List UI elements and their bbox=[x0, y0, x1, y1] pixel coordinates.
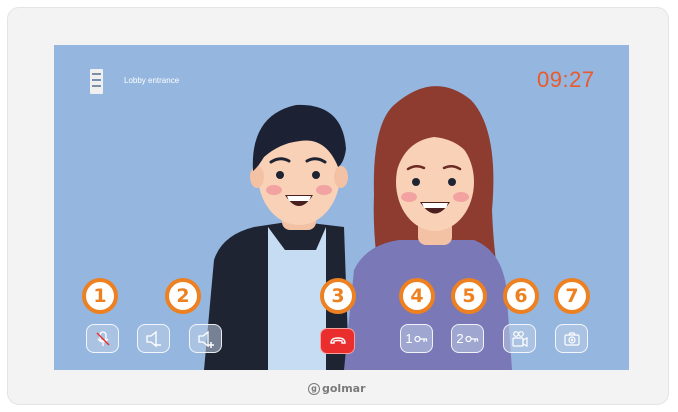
clock: 09:27 bbox=[537, 67, 595, 92]
callout-badge-3: 3 bbox=[320, 278, 356, 314]
key-icon bbox=[465, 335, 478, 342]
door-panel-icon bbox=[90, 69, 103, 94]
microphone-muted-icon bbox=[95, 330, 110, 346]
brand-name: golmar bbox=[322, 382, 366, 395]
snapshot-button[interactable] bbox=[555, 324, 588, 353]
brand-logo: g golmar bbox=[308, 382, 366, 395]
video-feed bbox=[204, 86, 512, 370]
callout-badge-2: 2 bbox=[165, 278, 201, 314]
record-video-button[interactable] bbox=[503, 324, 536, 353]
speaker-plus-icon bbox=[197, 330, 214, 348]
door-1-label: 1 bbox=[405, 331, 413, 346]
hang-up-button[interactable] bbox=[320, 328, 355, 354]
callout-badge-6: 6 bbox=[503, 278, 539, 314]
speaker-minus-icon bbox=[145, 330, 161, 347]
phone-hangup-icon bbox=[329, 337, 346, 344]
callout-badge-1: 1 bbox=[82, 278, 118, 314]
key-icon bbox=[414, 335, 427, 342]
door-2-label: 2 bbox=[456, 331, 464, 346]
video-camera-icon bbox=[511, 330, 528, 347]
open-door-1-button[interactable]: 1 bbox=[400, 324, 433, 353]
mute-microphone-button[interactable] bbox=[86, 324, 119, 353]
volume-up-button[interactable] bbox=[189, 324, 222, 353]
video-screen: Lobby entrance 09:27 1 2 1 2 3 4 5 6 7 bbox=[54, 45, 629, 370]
volume-down-button[interactable] bbox=[137, 324, 170, 353]
source-label: Lobby entrance bbox=[124, 76, 180, 85]
callout-badge-4: 4 bbox=[399, 278, 435, 314]
open-door-2-button[interactable]: 2 bbox=[451, 324, 484, 353]
golmar-logo-icon: g bbox=[308, 382, 320, 395]
callout-badge-7: 7 bbox=[554, 278, 590, 314]
callout-badge-5: 5 bbox=[451, 278, 487, 314]
camera-icon bbox=[563, 331, 580, 346]
